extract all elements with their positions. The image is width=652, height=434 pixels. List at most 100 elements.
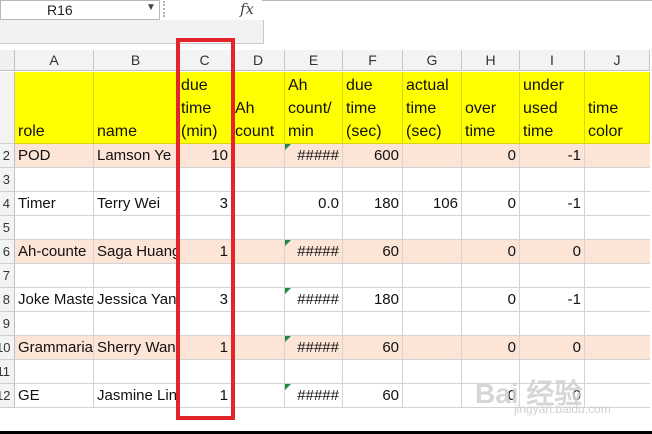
cell-j11[interactable] [585, 360, 650, 384]
cell-d4[interactable] [232, 192, 285, 216]
column-header-f[interactable]: F [343, 50, 403, 71]
cell-f12[interactable]: 60 [343, 384, 403, 408]
cell-f6[interactable]: 60 [343, 240, 403, 264]
cell-f9[interactable] [343, 312, 403, 336]
row-header[interactable]: 4 [0, 192, 15, 216]
row-header[interactable]: 3 [0, 168, 15, 192]
cell-e12[interactable]: ##### [285, 384, 343, 408]
header-cell-e[interactable]: Ah count/min [285, 72, 343, 144]
row-header[interactable] [0, 72, 15, 144]
cell-g3[interactable] [403, 168, 462, 192]
row-header[interactable]: 9 [0, 312, 15, 336]
cell-h9[interactable] [462, 312, 520, 336]
cell-f7[interactable] [343, 264, 403, 288]
cell-h8[interactable]: 0 [462, 288, 520, 312]
formula-input[interactable] [262, 0, 652, 20]
cell-h4[interactable]: 0 [462, 192, 520, 216]
cell-e3[interactable] [285, 168, 343, 192]
cell-i8[interactable]: -1 [520, 288, 585, 312]
header-cell-g[interactable]: actual time (sec) [403, 72, 462, 144]
cell-j4[interactable] [585, 192, 650, 216]
cell-g6[interactable] [403, 240, 462, 264]
cell-b8[interactable]: Jessica Yan [94, 288, 178, 312]
select-all-corner[interactable] [0, 50, 15, 71]
cell-i3[interactable] [520, 168, 585, 192]
cell-a10[interactable]: Grammaria [15, 336, 94, 360]
row-header[interactable]: 2 [0, 144, 15, 168]
cell-b6[interactable]: Saga Huang [94, 240, 178, 264]
cell-d3[interactable] [232, 168, 285, 192]
header-cell-b[interactable]: name [94, 72, 178, 144]
cell-h3[interactable] [462, 168, 520, 192]
cell-a8[interactable]: Joke Maste [15, 288, 94, 312]
cell-d12[interactable] [232, 384, 285, 408]
cell-h2[interactable]: 0 [462, 144, 520, 168]
error-indicator-icon[interactable] [285, 144, 291, 150]
cell-e11[interactable] [285, 360, 343, 384]
cell-i9[interactable] [520, 312, 585, 336]
row-header[interactable]: 12 [0, 384, 15, 408]
row-header[interactable]: 10 [0, 336, 15, 360]
error-indicator-icon[interactable] [285, 384, 291, 390]
cell-a2[interactable]: POD [15, 144, 94, 168]
error-indicator-icon[interactable] [285, 240, 291, 246]
cell-b4[interactable]: Terry Wei [94, 192, 178, 216]
cell-f3[interactable] [343, 168, 403, 192]
cell-f11[interactable] [343, 360, 403, 384]
cell-a6[interactable]: Ah-counte [15, 240, 94, 264]
cell-i5[interactable] [520, 216, 585, 240]
column-header-e[interactable]: E [285, 50, 343, 71]
row-header[interactable]: 5 [0, 216, 15, 240]
cell-a4[interactable]: Timer [15, 192, 94, 216]
cell-e8[interactable]: ##### [285, 288, 343, 312]
name-box[interactable]: R16 [0, 0, 160, 20]
column-header-j[interactable]: J [585, 50, 650, 71]
header-cell-i[interactable]: under used time [520, 72, 585, 144]
column-header-i[interactable]: I [520, 50, 585, 71]
cell-i4[interactable]: -1 [520, 192, 585, 216]
cell-b10[interactable]: Sherry Wan [94, 336, 178, 360]
insert-function-icon[interactable]: fx [240, 0, 254, 18]
column-header-g[interactable]: G [403, 50, 462, 71]
cell-g5[interactable] [403, 216, 462, 240]
cell-g7[interactable] [403, 264, 462, 288]
cell-d10[interactable] [232, 336, 285, 360]
splitter-handle[interactable] [163, 1, 171, 17]
cell-d2[interactable] [232, 144, 285, 168]
cell-g2[interactable] [403, 144, 462, 168]
cell-j2[interactable] [585, 144, 650, 168]
cell-g12[interactable] [403, 384, 462, 408]
cell-f4[interactable]: 180 [343, 192, 403, 216]
cell-e4[interactable]: 0.0 [285, 192, 343, 216]
cell-f8[interactable]: 180 [343, 288, 403, 312]
cell-i7[interactable] [520, 264, 585, 288]
cell-d11[interactable] [232, 360, 285, 384]
cell-f2[interactable]: 600 [343, 144, 403, 168]
cell-b9[interactable] [94, 312, 178, 336]
error-indicator-icon[interactable] [285, 288, 291, 294]
cell-f10[interactable]: 60 [343, 336, 403, 360]
cell-e6[interactable]: ##### [285, 240, 343, 264]
cell-g9[interactable] [403, 312, 462, 336]
cell-j3[interactable] [585, 168, 650, 192]
cell-j9[interactable] [585, 312, 650, 336]
header-cell-a[interactable]: role [15, 72, 94, 144]
cell-d5[interactable] [232, 216, 285, 240]
row-header[interactable]: 6 [0, 240, 15, 264]
column-header-h[interactable]: H [462, 50, 520, 71]
cell-j6[interactable] [585, 240, 650, 264]
row-header[interactable]: 11 [0, 360, 15, 384]
cell-d6[interactable] [232, 240, 285, 264]
column-header-d[interactable]: D [232, 50, 285, 71]
header-cell-h[interactable]: over time [462, 72, 520, 144]
cell-b5[interactable] [94, 216, 178, 240]
cell-a12[interactable]: GE [15, 384, 94, 408]
cell-g11[interactable] [403, 360, 462, 384]
cell-j7[interactable] [585, 264, 650, 288]
cell-b12[interactable]: Jasmine Lin [94, 384, 178, 408]
header-cell-d[interactable]: Ah count [232, 72, 285, 144]
cell-a9[interactable] [15, 312, 94, 336]
header-cell-j[interactable]: time color [585, 72, 650, 144]
cell-a7[interactable] [15, 264, 94, 288]
cell-d7[interactable] [232, 264, 285, 288]
